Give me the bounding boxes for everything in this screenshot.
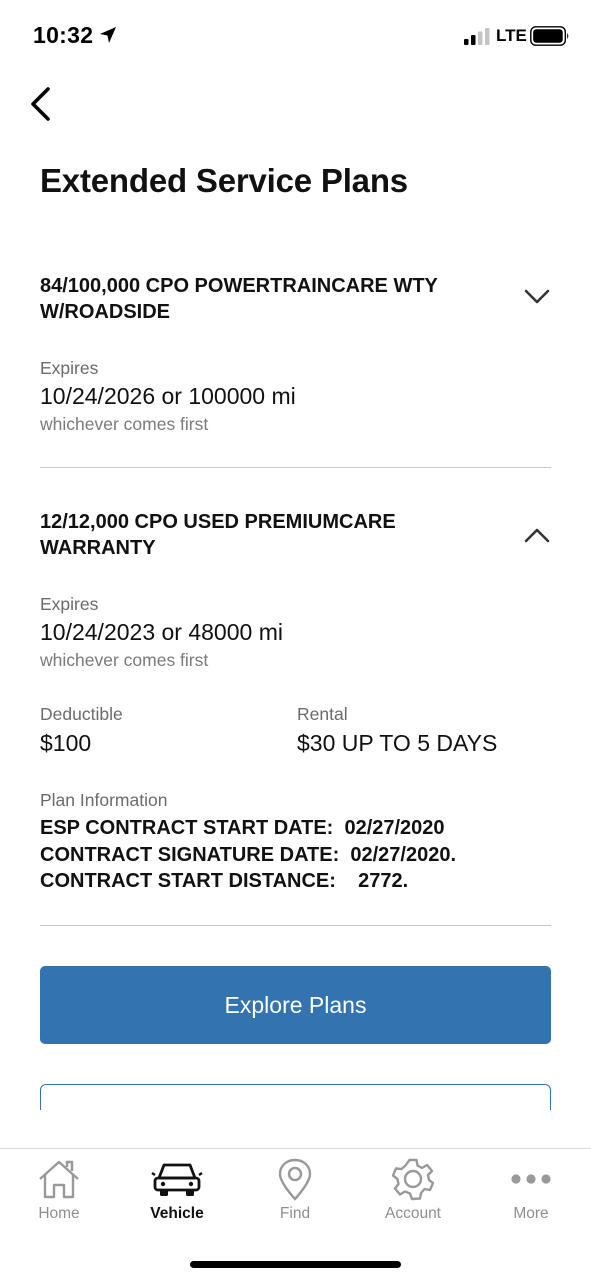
tab-find[interactable]: Find [236, 1157, 354, 1237]
back-button[interactable] [20, 82, 60, 126]
more-dots-icon [511, 1174, 551, 1184]
chevron-up-icon [524, 528, 550, 543]
plan-name: 12/12,000 CPO USED PREMIUMCARE WARRANTY [40, 511, 396, 559]
chevron-down-icon [524, 289, 550, 304]
plan-name: 84/100,000 CPO POWERTRAINCARE WTY W/ROAD… [40, 275, 438, 323]
network-type: LTE [496, 26, 527, 45]
location-arrow-icon [100, 27, 116, 43]
home-indicator [190, 1261, 401, 1268]
expires-note: whichever comes first [40, 414, 209, 434]
plan-information-label: Plan Information [40, 790, 168, 810]
deductible-label: Deductible [40, 704, 123, 724]
page-title: Extended Service Plans [40, 162, 408, 199]
tab-more[interactable]: More [472, 1157, 590, 1237]
tab-label: Vehicle [150, 1205, 204, 1222]
expires-value: 10/24/2026 or 100000 mi [40, 383, 296, 409]
gear-icon [391, 1158, 435, 1201]
divider [40, 925, 551, 926]
tab-label: Home [38, 1205, 80, 1222]
tab-label: Find [279, 1205, 311, 1222]
chevron-left-icon [31, 87, 50, 121]
expires-value: 10/24/2023 or 48000 mi [40, 619, 283, 645]
tab-label: More [513, 1205, 549, 1222]
expires-note: whichever comes first [40, 650, 209, 670]
plan-header-premiumcare[interactable]: 12/12,000 CPO USED PREMIUMCARE WARRANTY [40, 509, 551, 561]
tab-account[interactable]: Account [354, 1157, 472, 1237]
rental-value: $30 UP TO 5 DAYS [297, 730, 498, 756]
signal-strength-icon [464, 28, 490, 45]
battery-icon [530, 26, 569, 46]
car-icon [151, 1163, 203, 1196]
expires-label: Expires [40, 594, 99, 614]
tab-label: Account [384, 1205, 441, 1222]
tab-vehicle[interactable]: Vehicle [118, 1157, 236, 1237]
location-pin-icon [278, 1158, 312, 1201]
plan-information-text: ESP CONTRACT START DATE: 02/27/2020 CONT… [40, 817, 457, 892]
tab-home[interactable]: Home [0, 1157, 118, 1237]
expires-label: Expires [40, 358, 99, 378]
explore-plans-button[interactable]: Explore Plans [40, 966, 551, 1044]
rental-label: Rental [297, 704, 348, 724]
plan-header-powertraincare[interactable]: 84/100,000 CPO POWERTRAINCARE WTY W/ROAD… [40, 273, 551, 325]
deductible-value: $100 [40, 730, 92, 756]
status-bar: 10:32 LTE [0, 0, 591, 70]
status-time: 10:32 [33, 22, 94, 48]
scroll-clip [0, 1110, 591, 1148]
divider [40, 467, 551, 468]
home-icon [39, 1160, 79, 1199]
